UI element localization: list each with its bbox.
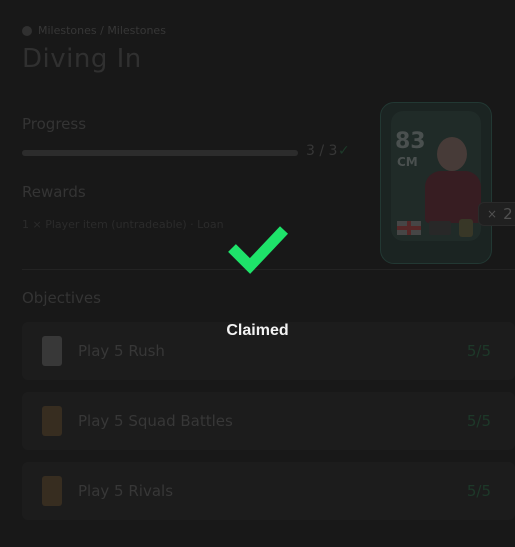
checkmark-icon bbox=[227, 226, 288, 274]
claimed-label: Claimed bbox=[226, 322, 289, 339]
claimed-overlay[interactable]: Claimed bbox=[0, 0, 515, 547]
claimed-indicator: Claimed bbox=[0, 222, 515, 339]
